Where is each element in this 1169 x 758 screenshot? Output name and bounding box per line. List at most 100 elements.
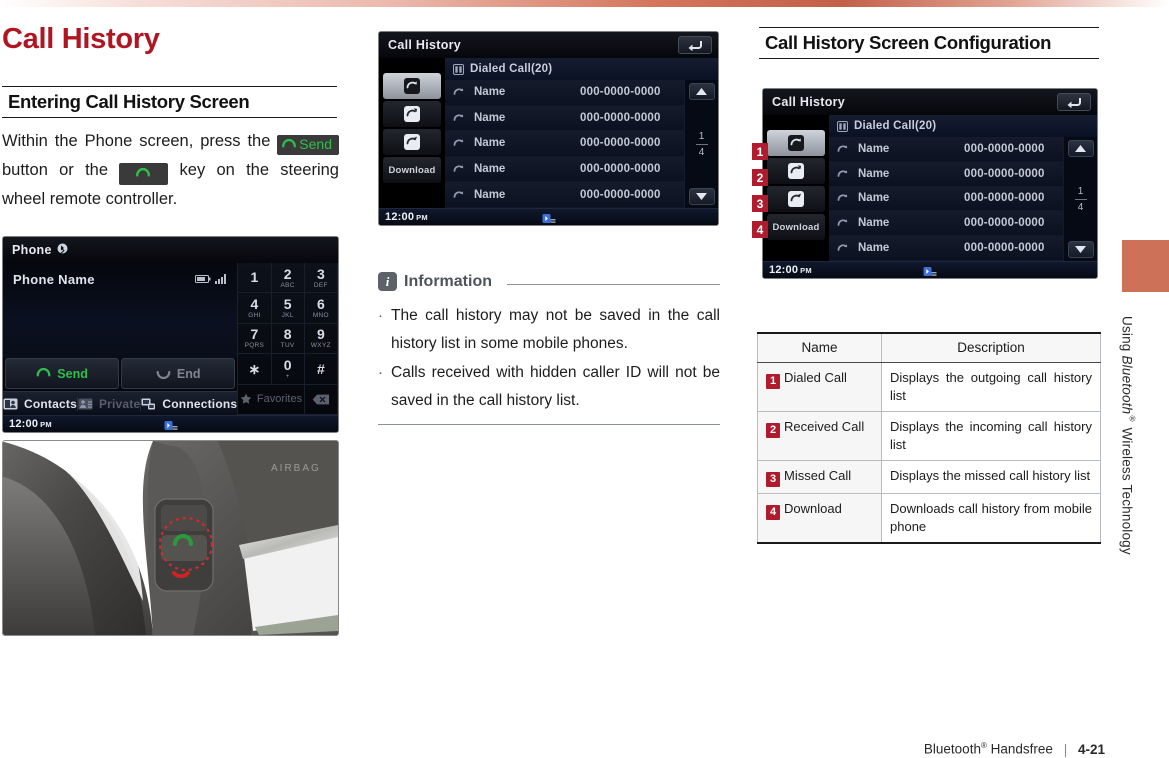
key-3-sub: DEF [313, 281, 328, 289]
key-1[interactable]: 1 [238, 263, 272, 294]
chapter-tab-prefix: Using [1119, 316, 1135, 356]
list-item[interactable]: Name 000-0000-0000 [445, 105, 684, 132]
list-item[interactable]: Name 000-0000-0000 [829, 186, 1063, 212]
dialed-call-button[interactable] [383, 73, 441, 99]
connected-phone-name: Phone Name [13, 272, 95, 287]
chapter-tab-suffix: Wireless Technology [1119, 423, 1135, 555]
tab-contacts[interactable]: Contacts [3, 396, 78, 411]
download-button[interactable]: Download [383, 157, 441, 183]
cell-description: Displays the outgoing call history list [881, 362, 1101, 412]
contact-name: Name [474, 188, 506, 201]
scroll-down-button[interactable] [1067, 241, 1094, 258]
key-7[interactable]: 7 PQRS [238, 323, 272, 355]
intro-paragraph: Within the Phone screen, press the Send … [2, 127, 339, 214]
star-icon [240, 393, 252, 405]
tab-connections[interactable]: Connections [141, 397, 237, 411]
key-3[interactable]: 3 DEF [304, 263, 338, 294]
page-indicator: 1 4 [1074, 185, 1087, 214]
annotated-main: Dialed Call(20) Name 000-0000-0000 Name … [829, 115, 1097, 261]
contact-phone: 000-0000-0000 [580, 86, 661, 99]
page-indicator: 1 4 [695, 130, 708, 159]
row-number-badge: 2 [766, 423, 780, 438]
backspace-icon [312, 394, 329, 405]
call-history-main: Dialed Call(20) Name 000-0000-0000 Name … [445, 58, 718, 208]
key-hash-number: # [316, 360, 325, 377]
key-4[interactable]: 4 GHI [238, 293, 272, 324]
scroll-up-button[interactable] [688, 83, 715, 100]
received-call-button[interactable] [383, 101, 441, 127]
chevron-down-icon [696, 193, 707, 200]
contact-phone: 000-0000-0000 [964, 242, 1045, 255]
tab-connections-label: Connections [162, 396, 238, 411]
list-icon [453, 63, 464, 75]
end-button[interactable]: End [121, 358, 236, 389]
scroll-down-button[interactable] [688, 188, 715, 205]
chapter-tab-registered: ® [1128, 414, 1137, 424]
send-button-badge: Send [277, 135, 339, 155]
list-item[interactable]: Name 000-0000-0000 [829, 211, 1063, 237]
information-rule [507, 284, 720, 285]
list-item[interactable]: Name 000-0000-0000 [829, 161, 1063, 187]
row-number-badge: 4 [766, 505, 780, 520]
dialed-call-icon [453, 165, 464, 172]
key-5[interactable]: 5 JKL [271, 293, 305, 324]
list-scrollbar[interactable]: 1 4 [684, 80, 718, 208]
list-item[interactable]: Name 000-0000-0000 [829, 137, 1063, 162]
list-scrollbar[interactable]: 1 4 [1063, 137, 1097, 261]
scroll-up-button[interactable] [1067, 140, 1094, 157]
download-button[interactable]: Download [767, 214, 825, 240]
dialed-call-icon [837, 194, 848, 202]
key-6[interactable]: 6 MNO [304, 293, 338, 324]
back-button[interactable] [678, 36, 712, 54]
backspace-button[interactable] [304, 384, 338, 415]
key-hash[interactable]: # [304, 354, 338, 385]
list-item[interactable]: Name 000-0000-0000 [445, 182, 684, 208]
bluetooth-status-icon [923, 265, 937, 276]
paragraph-text-2: button or the [2, 161, 120, 179]
callout-1: 1 [752, 143, 768, 160]
key-8[interactable]: 8 TUV [271, 323, 305, 355]
list-item[interactable]: Name 000-0000-0000 [445, 131, 684, 157]
phone-screen-image: Phone Phone Name Send End Contacts Priva… [2, 236, 339, 433]
private-icon [78, 398, 93, 409]
key-5-number: 5 [283, 296, 292, 313]
key-2[interactable]: 2 ABC [271, 263, 305, 294]
key-9-sub: WXYZ [310, 342, 331, 350]
dialed-call-icon [788, 135, 804, 151]
table-row: 1 Dialed Call Displays the outgoing call … [757, 362, 1101, 412]
key-0[interactable]: 0 + [271, 354, 305, 385]
favorites-label: Favorites [256, 393, 303, 406]
footer-registered: ® [980, 741, 987, 750]
missed-call-button[interactable] [383, 129, 441, 155]
chevron-down-icon [1075, 246, 1086, 253]
send-button[interactable]: Send [5, 358, 120, 389]
callout-2: 2 [752, 169, 768, 186]
row-number-badge: 1 [766, 374, 780, 389]
favorites-button[interactable]: Favorites [238, 384, 305, 415]
contact-name: Name [474, 86, 506, 99]
list-item: · The call history may not be saved in t… [378, 302, 720, 358]
annotated-subtitle-label: Dialed Call(20) [854, 120, 937, 132]
call-history-subtitle: Dialed Call(20) [445, 58, 718, 80]
row-name-label: Received Call [784, 419, 865, 434]
annotated-clock-ampm: PM [800, 266, 812, 275]
list-item[interactable]: Name 000-0000-0000 [445, 80, 684, 106]
tab-private[interactable]: Private [78, 396, 142, 411]
cell-description: Displays the incoming call history list [881, 411, 1101, 461]
key-star[interactable]: ∗ [238, 354, 272, 385]
dialed-call-icon [837, 169, 848, 177]
list-item[interactable]: Name 000-0000-0000 [829, 236, 1063, 261]
phone-screen-title: Phone [12, 243, 52, 257]
page-total: 4 [698, 146, 705, 158]
dialed-call-button[interactable] [767, 130, 825, 156]
list-item[interactable]: Name 000-0000-0000 [445, 156, 684, 183]
back-button[interactable] [1057, 93, 1091, 111]
received-call-button[interactable] [767, 158, 825, 184]
key-9-number: 9 [316, 326, 325, 343]
call-type-sidebar: Download [763, 115, 829, 261]
dialed-call-icon [453, 88, 464, 96]
ch-clock-time: 12:00 [385, 211, 415, 223]
missed-call-button[interactable] [767, 186, 825, 212]
chevron-up-icon [696, 88, 707, 95]
key-9[interactable]: 9 WXYZ [304, 323, 338, 355]
